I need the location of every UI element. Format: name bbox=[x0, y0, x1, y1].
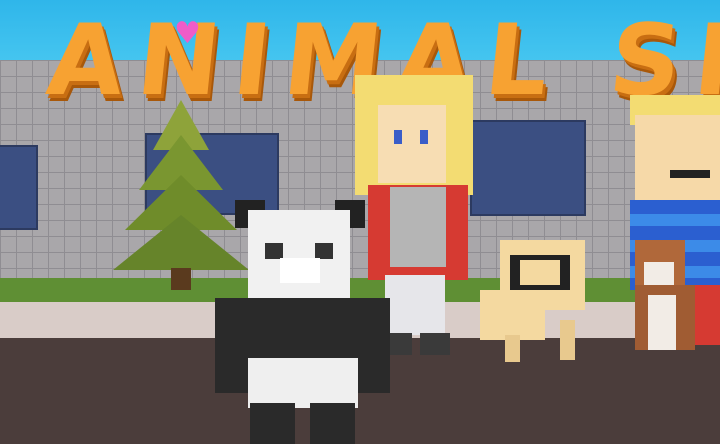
panda-character bbox=[210, 198, 395, 444]
cat-character bbox=[630, 240, 710, 358]
heart-icon: ♥ bbox=[174, 16, 201, 51]
window bbox=[0, 145, 38, 230]
dog-character bbox=[480, 240, 605, 362]
window bbox=[470, 120, 586, 216]
